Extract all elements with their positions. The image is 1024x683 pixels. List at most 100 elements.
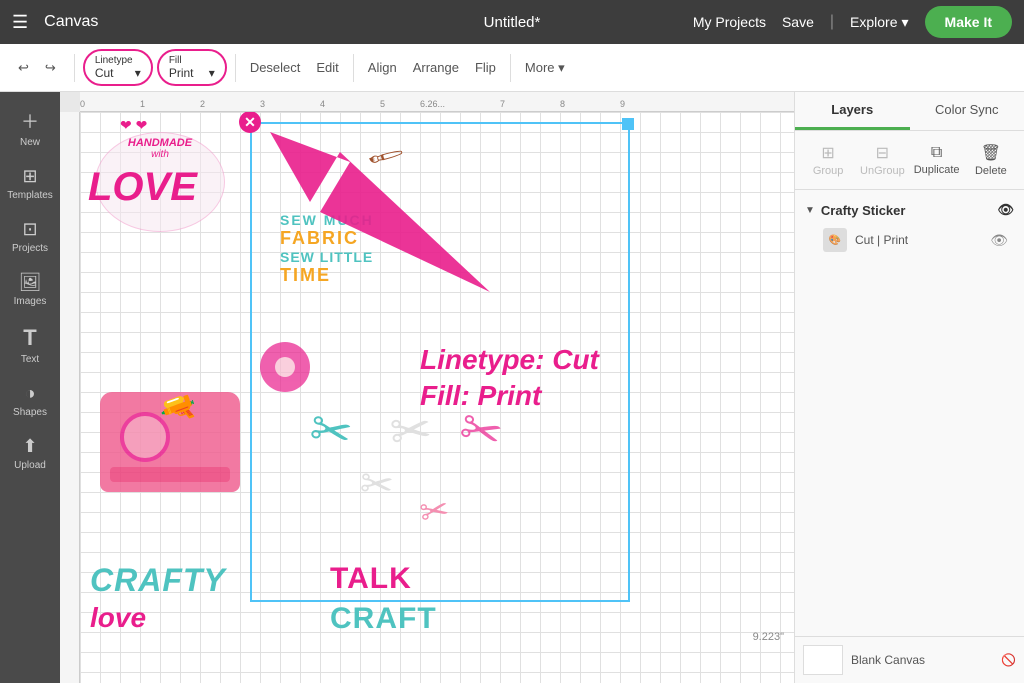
scissors-gray-2: ✂ (358, 461, 395, 510)
sidebar-item-new[interactable]: ＋ New (0, 100, 60, 156)
tab-color-sync[interactable]: Color Sync (910, 92, 1024, 130)
sidebar-label-images: Images (14, 296, 47, 307)
layer-visibility-icon[interactable]: 👁 (990, 232, 1008, 249)
save-link[interactable]: Save (782, 14, 814, 30)
scissors-pink-2: ✂ (417, 490, 453, 534)
fill-chevron-icon: ▾ (209, 66, 215, 80)
explore-chevron-icon: ▾ (902, 14, 909, 31)
love-text: LOVE (88, 167, 197, 207)
ungroup-icon: ⊟ (876, 143, 889, 163)
visibility-toggle[interactable]: 👁 (997, 202, 1014, 218)
explore-button[interactable]: Explore ▾ (850, 14, 909, 31)
ruler-vertical (60, 112, 80, 683)
sidebar-label-shapes: Shapes (13, 407, 47, 418)
layer-item-label: Cut | Print (855, 233, 982, 247)
canvas-grid[interactable]: HANDMADE with LOVE SEW MUCH FABRIC SEW L… (80, 112, 794, 683)
duplicate-button[interactable]: ⧉ Duplicate (912, 140, 962, 180)
trash-icon: 🗑 (981, 143, 1001, 163)
deselect-button[interactable]: Deselect (244, 56, 307, 79)
tab-layers[interactable]: Layers (795, 92, 910, 130)
main-layout: ＋ New ⊞ Templates ⊡ Projects 🖼 Images T … (0, 92, 1024, 683)
blank-canvas-thumbnail (803, 645, 843, 675)
canvas-area[interactable]: 0 1 2 3 4 5 6.26... 7 8 9 HANDMADE with (60, 92, 794, 683)
flip-button[interactable]: Flip (469, 56, 502, 79)
undo-button[interactable]: ↩ (12, 56, 35, 80)
make-it-button[interactable]: Make It (925, 6, 1012, 38)
bottom-strip: Blank Canvas 🚫 (795, 636, 1024, 683)
sticker-designs: HANDMADE with LOVE SEW MUCH FABRIC SEW L… (80, 112, 794, 683)
more-button[interactable]: More ▾ (519, 56, 571, 80)
top-nav: ☰ Canvas Untitled* My Projects Save | Ex… (0, 0, 1024, 44)
linetype-select[interactable]: Linetype Cut ▾ (83, 49, 153, 86)
sidebar-item-shapes[interactable]: ◑ Shapes (0, 375, 60, 426)
handmade-text: HANDMADE with (95, 137, 225, 160)
scissors-pink: ✂ (453, 398, 508, 465)
images-icon: 🖼 (19, 272, 42, 293)
layer-group-header[interactable]: ▼ Crafty Sticker 👁 (803, 198, 1016, 222)
toolbar: ↩ ↪ Linetype Cut ▾ Fill Print ▾ Deselect… (0, 44, 1024, 92)
sidebar-item-projects[interactable]: ⊡ Projects (0, 211, 60, 262)
linetype-label: Linetype (95, 55, 133, 66)
toolbar-divider-2 (235, 54, 236, 82)
talk-text: TALK (330, 562, 412, 596)
toolbar-divider-3 (353, 54, 354, 82)
ungroup-button[interactable]: ⊟ UnGroup (857, 139, 907, 181)
text-icon: T (23, 325, 36, 351)
fabric-text-group: SEW MUCH FABRIC SEW LITTLE TIME (280, 212, 374, 286)
linetype-chevron-icon: ▾ (135, 66, 141, 80)
layer-thumbnail: 🎨 (823, 228, 847, 252)
crafty-text: CRAFTY (90, 562, 226, 599)
right-panel: Layers Color Sync ⊞ Group ⊟ UnGroup ⧉ Du… (794, 92, 1024, 683)
edit-button[interactable]: Edit (310, 56, 344, 79)
scissors-gray-1: ✂ (388, 400, 435, 461)
align-button[interactable]: Align (362, 56, 403, 79)
sidebar-label-templates: Templates (7, 190, 53, 201)
fill-select[interactable]: Fill Print ▾ (157, 49, 227, 86)
sidebar-item-text[interactable]: T Text (0, 317, 60, 373)
undo-redo-group: ↩ ↪ (8, 56, 66, 80)
blank-canvas-visibility-icon[interactable]: 🚫 (1001, 653, 1016, 667)
upload-icon: ⬆ (22, 436, 37, 457)
sidebar-item-templates[interactable]: ⊞ Templates (0, 158, 60, 209)
app-title: Canvas (44, 13, 98, 31)
expand-icon: ▼ (805, 205, 815, 216)
group-button[interactable]: ⊞ Group (803, 139, 853, 181)
hearts: ❤ ❤ (120, 117, 147, 134)
craft-text: CRAFT (330, 602, 437, 636)
templates-icon: ⊞ (22, 166, 37, 187)
shapes-icon: ◑ (25, 383, 36, 404)
duplicate-icon: ⧉ (931, 144, 942, 162)
panel-toolbar: ⊞ Group ⊟ UnGroup ⧉ Duplicate 🗑 Delete (795, 131, 1024, 190)
new-icon: ＋ (21, 108, 39, 134)
sidebar-label-text: Text (21, 354, 39, 365)
paintbrush: 🖌 (365, 136, 406, 176)
fill-label: Fill (169, 55, 182, 66)
sidebar-label-new: New (20, 137, 40, 148)
doc-title: Untitled* (484, 14, 541, 31)
projects-icon: ⊡ (22, 219, 37, 240)
panel-tabs: Layers Color Sync (795, 92, 1024, 131)
layer-group-name: Crafty Sticker (821, 203, 906, 218)
thread-spool (260, 342, 310, 392)
sidebar-label-projects: Projects (12, 243, 48, 254)
fill-value: Print (169, 66, 194, 80)
sidebar-item-images[interactable]: 🖼 Images (0, 264, 60, 315)
sidebar-item-upload[interactable]: ⬆ Upload (0, 428, 60, 479)
nav-divider: | (830, 13, 834, 31)
group-icon: ⊞ (821, 143, 834, 163)
measurement-label: 9.223" (753, 631, 784, 643)
nav-links: My Projects Save | Explore ▾ Make It (693, 6, 1012, 38)
menu-icon[interactable]: ☰ (12, 12, 28, 33)
blank-canvas-label: Blank Canvas (851, 653, 925, 667)
my-projects-link[interactable]: My Projects (693, 14, 766, 30)
layer-item[interactable]: 🎨 Cut | Print 👁 (803, 222, 1016, 258)
redo-button[interactable]: ↪ (39, 56, 62, 80)
arrange-button[interactable]: Arrange (407, 56, 465, 79)
linetype-value: Cut (95, 66, 114, 80)
toolbar-divider-1 (74, 54, 75, 82)
love2-text: love (90, 602, 146, 634)
layer-group-crafty-sticker: ▼ Crafty Sticker 👁 🎨 Cut | Print 👁 (795, 190, 1024, 266)
delete-button[interactable]: 🗑 Delete (966, 139, 1016, 181)
scissors-teal: ✂ (305, 399, 356, 463)
left-sidebar: ＋ New ⊞ Templates ⊡ Projects 🖼 Images T … (0, 92, 60, 683)
